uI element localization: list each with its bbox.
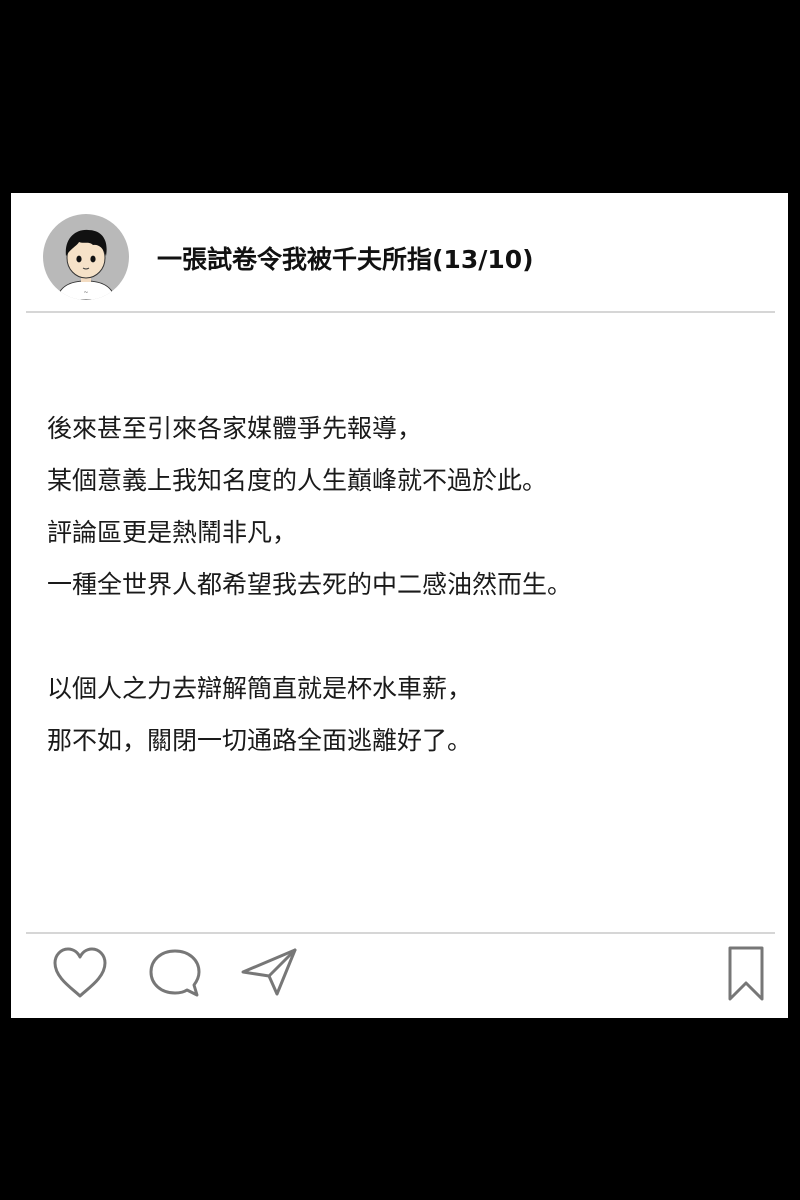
- bookmark-icon: [728, 946, 764, 1001]
- post-line: 以個人之力去辯解簡直就是杯水車薪，: [47, 674, 473, 703]
- post-card: ~ 一張試卷令我被千夫所指(13/10) 後來甚至引來各家媒體爭先報導， 某個意…: [11, 193, 788, 1018]
- post-paragraph: 後來甚至引來各家媒體爭先報導， 某個意義上我知名度的人生巔峰就不過於此。 評論區…: [47, 403, 767, 611]
- cartoon-boy-avatar-icon: ~: [56, 229, 116, 300]
- post-body: 後來甚至引來各家媒體爭先報導， 某個意義上我知名度的人生巔峰就不過於此。 評論區…: [47, 403, 767, 767]
- post-line: 那不如，關閉一切通路全面逃離好了。: [47, 726, 473, 755]
- post-line: 評論區更是熱鬧非凡，: [47, 518, 298, 547]
- header-divider: [26, 311, 775, 313]
- speech-bubble-icon: [149, 949, 201, 997]
- avatar[interactable]: ~: [43, 214, 129, 300]
- post-paragraph: 以個人之力去辯解簡直就是杯水車薪， 那不如，關閉一切通路全面逃離好了。: [47, 663, 767, 767]
- post-header: ~ 一張試卷令我被千夫所指(13/10): [11, 193, 788, 313]
- comment-button[interactable]: [147, 947, 203, 1001]
- svg-text:~: ~: [83, 289, 88, 296]
- actions-divider: [26, 932, 775, 934]
- like-button[interactable]: [51, 946, 109, 1000]
- share-button[interactable]: [239, 944, 301, 1000]
- paper-plane-icon: [241, 948, 297, 996]
- heart-icon: [53, 947, 107, 998]
- post-line: 一種全世界人都希望我去死的中二感油然而生。: [47, 570, 573, 599]
- action-bar: [11, 935, 788, 1018]
- post-line: 某個意義上我知名度的人生巔峰就不過於此。: [47, 466, 548, 495]
- save-button[interactable]: [726, 945, 766, 1003]
- post-title: 一張試卷令我被千夫所指(13/10): [157, 245, 534, 274]
- post-line: 後來甚至引來各家媒體爭先報導，: [47, 414, 423, 443]
